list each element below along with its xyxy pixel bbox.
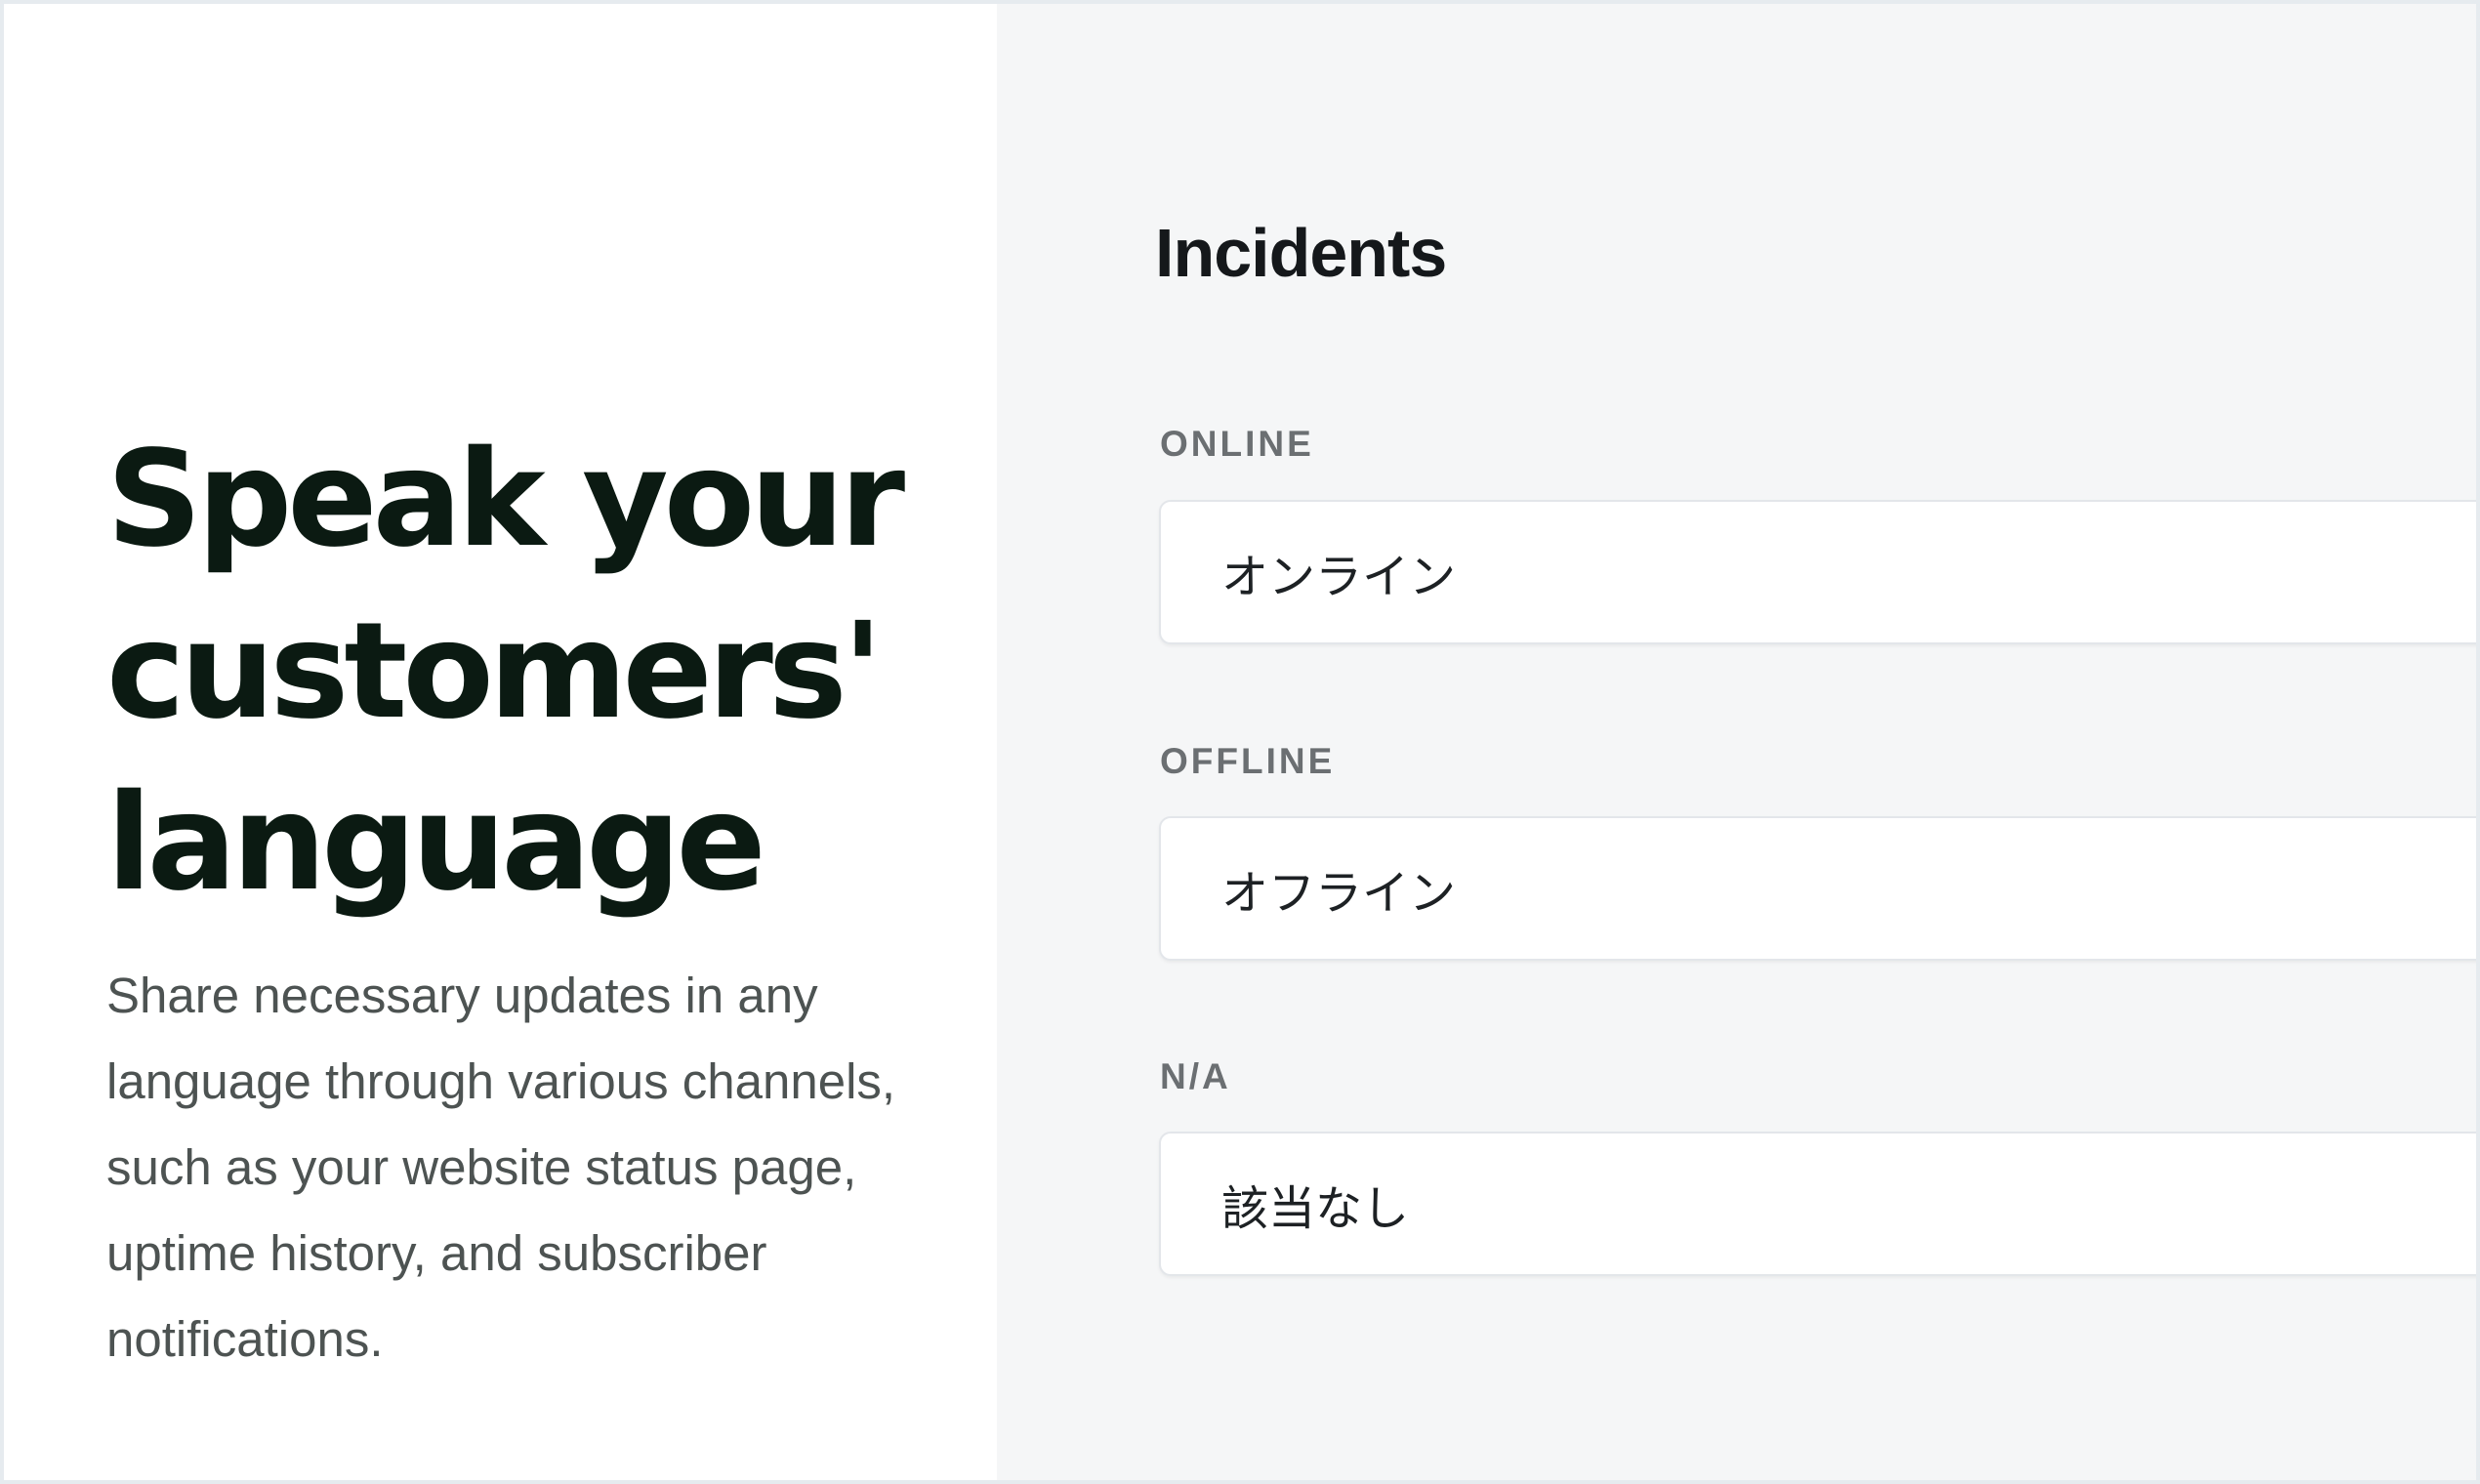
offline-label: OFFLINE [1160, 741, 1336, 781]
online-label: ONLINE [1160, 424, 1314, 464]
hero-headline-line-3: language [106, 766, 766, 921]
na-translation-input[interactable]: 該当なし [1159, 1132, 2476, 1276]
hero-headline-line-2: customers' [106, 595, 883, 749]
hero-headline: Speak your customers' language [106, 414, 966, 929]
online-translation-input[interactable]: オンライン [1159, 500, 2476, 644]
hero-panel: Speak your customers' language Share nec… [4, 4, 997, 1480]
page-frame: Speak your customers' language Share nec… [0, 0, 2480, 1484]
hero-description: Share necessary updates in any language … [106, 968, 896, 1367]
incidents-panel: Incidents ONLINE オンライン OFFLINE オフライン N/A… [997, 4, 2476, 1480]
offline-translation-input[interactable]: オフライン [1159, 816, 2476, 961]
na-label: N/A [1160, 1056, 1231, 1096]
incidents-title: Incidents [1155, 215, 1447, 291]
hero-headline-line-1: Speak your [106, 423, 905, 577]
